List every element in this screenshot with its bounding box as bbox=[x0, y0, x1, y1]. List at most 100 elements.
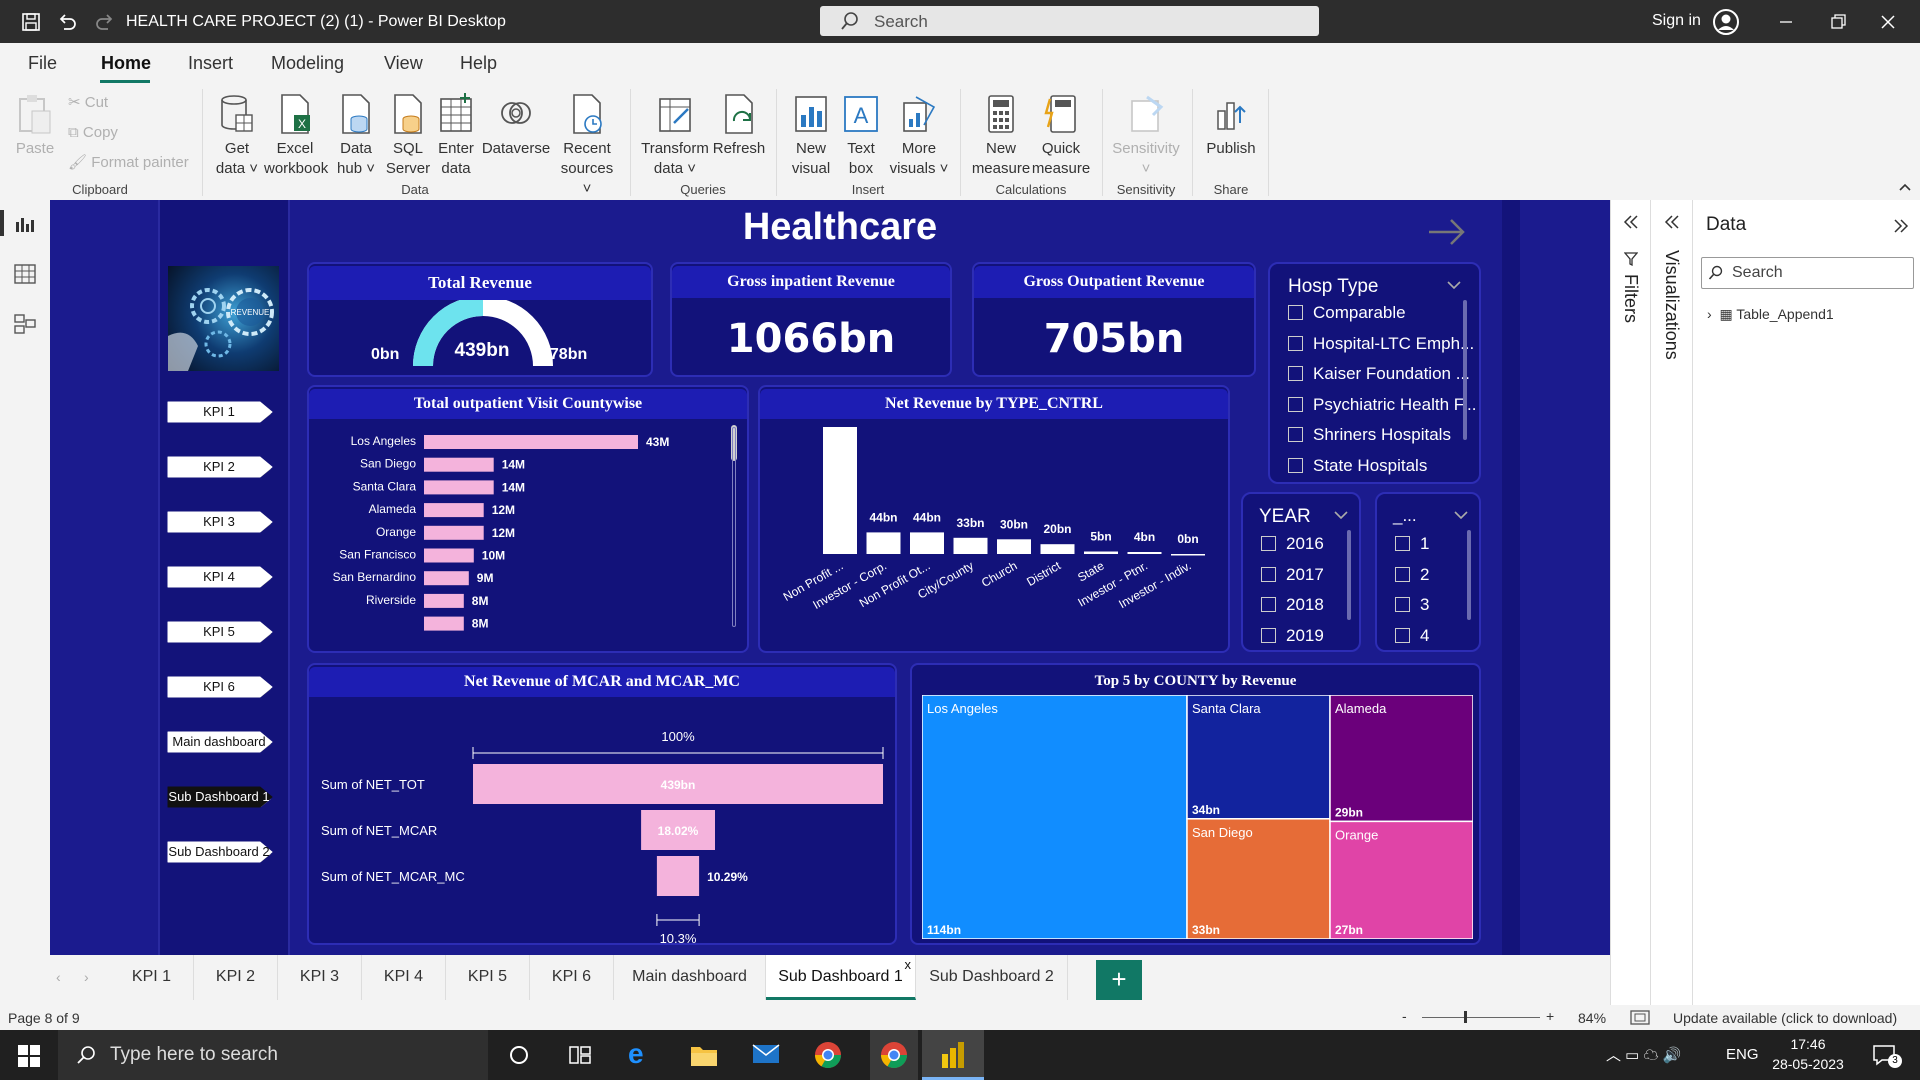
checkbox[interactable] bbox=[1261, 597, 1276, 612]
checkbox[interactable] bbox=[1288, 305, 1303, 320]
language-indicator[interactable]: ENG bbox=[1726, 1046, 1759, 1063]
data-hub-button[interactable]: Data hub ˅ bbox=[330, 93, 382, 179]
tab-2[interactable]: KPI 2 bbox=[194, 955, 278, 1000]
transform-data-button[interactable]: Transform data ˅ bbox=[640, 93, 710, 179]
net-type-bar[interactable] bbox=[823, 427, 857, 554]
copy-button[interactable]: ⧉ Copy bbox=[68, 123, 148, 143]
slicer-item[interactable]: 2019 bbox=[1261, 626, 1324, 646]
clock-time[interactable]: 17:46 bbox=[1768, 1036, 1848, 1052]
chrome-icon[interactable] bbox=[814, 1041, 842, 1069]
collapse-ribbon-icon[interactable] bbox=[1898, 180, 1912, 194]
total-revenue-card[interactable]: Total Revenue 0bn 439bn 878bn bbox=[307, 262, 653, 377]
tab-scroll-left-icon[interactable]: ‹ bbox=[56, 969, 61, 985]
quarter-slicer[interactable]: _... 1 2 3 4 bbox=[1375, 492, 1481, 652]
data-search-input[interactable]: Search bbox=[1701, 257, 1914, 289]
get-data-button[interactable]: Get data ˅ bbox=[212, 93, 262, 179]
account-icon[interactable] bbox=[1712, 8, 1740, 36]
excel-workbook-button[interactable]: X Excel workbook bbox=[264, 93, 328, 179]
tab-3[interactable]: KPI 3 bbox=[278, 955, 362, 1000]
funnel-bar[interactable] bbox=[656, 856, 700, 896]
sql-server-button[interactable]: SQL Server bbox=[384, 93, 432, 179]
slicer-item[interactable]: 4 bbox=[1395, 626, 1429, 646]
expand-filters-icon[interactable] bbox=[1623, 214, 1639, 230]
fit-to-page-icon[interactable] bbox=[1630, 1010, 1650, 1025]
slicer-scrollbar[interactable] bbox=[1463, 300, 1467, 440]
text-box-button[interactable]: A Text box bbox=[838, 93, 884, 179]
net-type-bar[interactable] bbox=[910, 532, 944, 554]
publish-button[interactable]: Publish bbox=[1202, 93, 1260, 159]
tab-scroll-right-icon[interactable]: › bbox=[84, 969, 89, 985]
gross-inpatient-card[interactable]: Gross inpatient Revenue 1066bn bbox=[670, 262, 952, 377]
net-type-bar[interactable] bbox=[1127, 552, 1162, 554]
nav-button-4[interactable]: KPI 4 bbox=[166, 559, 278, 593]
cut-button[interactable]: ✂ Cut bbox=[68, 93, 128, 113]
new-measure-button[interactable]: New measure bbox=[970, 93, 1032, 179]
chrome-profile-icon[interactable] bbox=[880, 1041, 908, 1069]
table-item[interactable]: › ▦ Table_Append1 bbox=[1707, 306, 1834, 323]
outpatient-bar[interactable] bbox=[424, 571, 469, 586]
enter-data-button[interactable]: Enter data bbox=[434, 93, 478, 179]
checkbox[interactable] bbox=[1261, 566, 1276, 582]
checkbox[interactable] bbox=[1395, 536, 1410, 551]
menu-insert[interactable]: Insert bbox=[188, 53, 233, 74]
tab-1[interactable]: KPI 1 bbox=[110, 955, 194, 1000]
powerbi-icon[interactable] bbox=[940, 1040, 966, 1070]
zoom-in-button[interactable]: + bbox=[1546, 1008, 1554, 1024]
net-type-bar[interactable] bbox=[953, 537, 988, 554]
visualizations-pane-collapsed[interactable]: Visualizations bbox=[1650, 200, 1692, 1010]
net-type-bar[interactable] bbox=[997, 539, 1031, 554]
nav-button-2[interactable]: KPI 2 bbox=[166, 449, 278, 483]
year-slicer[interactable]: YEAR 2016 2017 2018 2019 bbox=[1241, 492, 1361, 652]
table-view-icon[interactable] bbox=[14, 264, 36, 284]
outpatient-bar[interactable] bbox=[424, 503, 484, 518]
checkbox[interactable] bbox=[1288, 335, 1303, 351]
nav-button-7[interactable]: Main dashboard bbox=[166, 724, 278, 758]
tab-9[interactable]: Sub Dashboard 2 bbox=[916, 955, 1068, 1000]
format-painter-button[interactable]: 🖌 Format painter bbox=[68, 153, 200, 173]
report-view-icon[interactable] bbox=[14, 214, 36, 234]
mail-icon[interactable] bbox=[752, 1042, 780, 1066]
net-type-bar[interactable] bbox=[1040, 544, 1075, 554]
sign-in-link[interactable]: Sign in bbox=[1652, 12, 1701, 30]
treemap-chart[interactable]: Top 5 by COUNTY by Revenue Los Angeles 11… bbox=[910, 663, 1481, 945]
outpatient-bar[interactable] bbox=[424, 480, 494, 495]
zoom-slider[interactable] bbox=[1422, 1017, 1540, 1018]
outpatient-bar[interactable] bbox=[424, 593, 464, 608]
outpatient-bar[interactable] bbox=[424, 457, 494, 472]
checkbox[interactable] bbox=[1395, 597, 1410, 612]
gross-outpatient-card[interactable]: Gross Outpatient Revenue 705bn bbox=[972, 262, 1256, 377]
chevron-down-icon[interactable] bbox=[1453, 510, 1469, 520]
funnel-chart[interactable]: Net Revenue of MCAR and MCAR_MC 100% Sum … bbox=[307, 663, 897, 945]
checkbox[interactable] bbox=[1261, 536, 1276, 551]
outpatient-bar[interactable] bbox=[424, 525, 484, 540]
slicer-item[interactable]: Shriners Hospitals bbox=[1288, 425, 1451, 445]
chevron-down-icon[interactable] bbox=[1333, 510, 1349, 520]
checkbox[interactable] bbox=[1395, 566, 1410, 582]
slicer-item[interactable]: 2016 bbox=[1261, 534, 1324, 554]
system-tray-icons[interactable]: ︿ ▭ ☁ 🔊 bbox=[1606, 1044, 1681, 1065]
checkbox[interactable] bbox=[1288, 427, 1303, 442]
menu-view[interactable]: View bbox=[384, 53, 423, 74]
outpatient-bar[interactable] bbox=[424, 616, 464, 631]
dataverse-button[interactable]: Dataverse bbox=[480, 93, 552, 159]
model-view-icon[interactable] bbox=[14, 314, 36, 334]
close-tab-icon[interactable]: x bbox=[905, 943, 912, 987]
quick-measure-button[interactable]: Quick measure bbox=[1030, 93, 1092, 179]
tab-7[interactable]: Main dashboard bbox=[614, 955, 766, 1000]
slicer-item[interactable]: 2017 bbox=[1261, 565, 1324, 585]
slicer-item[interactable]: Kaiser Foundation ... bbox=[1288, 364, 1470, 384]
slicer-item[interactable]: Comparable bbox=[1288, 303, 1406, 323]
slicer-item[interactable]: Psychiatric Health F... bbox=[1288, 395, 1476, 415]
checkbox[interactable] bbox=[1288, 396, 1303, 412]
nav-button-1[interactable]: KPI 1 bbox=[166, 394, 278, 428]
filters-pane-collapsed[interactable]: Filters bbox=[1610, 200, 1650, 1010]
nav-button-3[interactable]: KPI 3 bbox=[166, 504, 278, 538]
minimize-icon[interactable] bbox=[1772, 8, 1800, 36]
refresh-button[interactable]: Refresh bbox=[712, 93, 766, 159]
file-explorer-icon[interactable] bbox=[690, 1042, 718, 1068]
update-available-link[interactable]: Update available (click to download) bbox=[1673, 1010, 1897, 1026]
tab-8[interactable]: Sub Dashboard 1x bbox=[766, 955, 916, 1000]
expand-visualizations-icon[interactable] bbox=[1664, 214, 1680, 230]
undo-icon[interactable] bbox=[56, 11, 78, 33]
save-icon[interactable] bbox=[20, 11, 42, 33]
